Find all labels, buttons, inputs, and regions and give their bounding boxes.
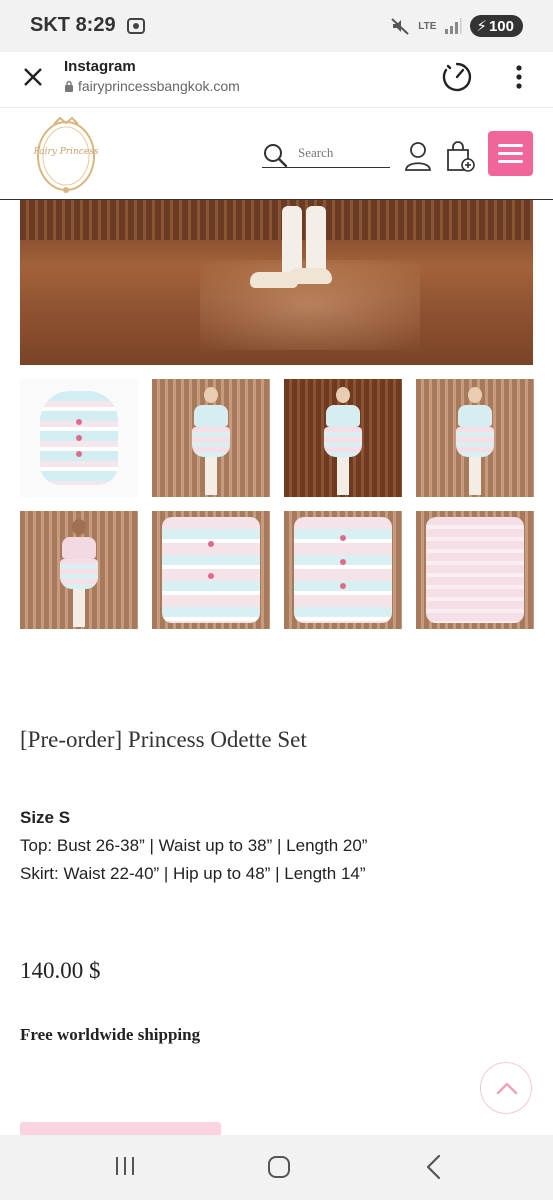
account-icon[interactable] [404, 141, 432, 171]
model-legs [73, 589, 85, 627]
skirt-closeup [162, 517, 260, 623]
carrier-time: SKT 8:29 [30, 14, 116, 37]
browser-bar: Instagram fairyprincessbangkok.com [0, 52, 553, 108]
hamburger-line [498, 152, 523, 155]
model-skirt [324, 427, 362, 457]
dress-button [340, 559, 346, 565]
product-main-image[interactable] [20, 200, 533, 365]
system-nav-bar [0, 1135, 553, 1200]
home-icon[interactable] [267, 1155, 291, 1179]
model-head [204, 387, 218, 403]
status-left: SKT 8:29 [30, 14, 146, 37]
search-icon[interactable] [262, 142, 288, 168]
dress-button [76, 451, 82, 457]
logo-text-top: Fairy Princess [34, 147, 98, 157]
search-bar[interactable] [262, 142, 390, 168]
model-top [326, 405, 360, 427]
status-right: LTE ⚡ 100 [390, 15, 523, 37]
browser-title: Instagram [64, 58, 136, 75]
wall-panel [20, 200, 533, 240]
model-legs [469, 457, 481, 495]
chevron-up-icon [496, 1082, 518, 1095]
product-thumbnail[interactable] [20, 511, 138, 629]
model-head [72, 519, 86, 535]
model-top [62, 537, 96, 559]
product-thumbnail[interactable] [416, 511, 534, 629]
product-thumbnail[interactable] [152, 379, 270, 497]
model-head [336, 387, 350, 403]
carrier-label: SKT [30, 14, 70, 36]
shopping-bag-icon[interactable] [444, 140, 476, 172]
battery-level: 100 [488, 17, 514, 35]
mute-icon [391, 18, 409, 35]
model-skirt [192, 427, 230, 457]
dress-button [340, 535, 346, 541]
battery-indicator: ⚡ 100 [470, 15, 523, 37]
hamburger-line [498, 160, 523, 163]
size-heading: Size S [20, 808, 71, 827]
status-bar: SKT 8:29 LTE ⚡ 100 [0, 0, 553, 52]
dress-button [340, 583, 346, 589]
dress-button [76, 419, 82, 425]
model-skirt [456, 427, 494, 457]
network-label: LTE [418, 20, 437, 32]
more-options-icon[interactable] [514, 64, 524, 90]
url-text: fairyprincessbangkok.com [78, 78, 240, 94]
recent-apps-icon[interactable] [113, 1155, 137, 1177]
model-legs [205, 457, 217, 495]
model-shoe [288, 268, 332, 284]
dress-button [208, 541, 214, 547]
product-thumbnail[interactable] [20, 379, 138, 497]
charging-icon: ⚡ [476, 18, 487, 35]
size-top-line: Top: Bust 26-38” | Waist up to 38” | Len… [20, 836, 368, 855]
skirt-closeup [294, 517, 392, 623]
back-icon[interactable] [424, 1154, 442, 1180]
speedometer-icon[interactable] [441, 61, 473, 93]
screenshot-icon [126, 17, 145, 34]
lock-icon [65, 80, 73, 92]
corset-closeup [426, 517, 524, 623]
product-price: 140.00 $ [20, 958, 101, 983]
signal-icon [445, 18, 462, 34]
menu-button[interactable] [488, 131, 533, 176]
brand-logo[interactable]: Fairy Princess [34, 114, 98, 194]
hamburger-line [498, 144, 523, 147]
model-skirt [60, 559, 98, 589]
size-skirt-line: Skirt: Waist 22-40” | Hip up to 48” | Le… [20, 864, 366, 883]
product-thumbnail[interactable] [152, 511, 270, 629]
product-thumbnail[interactable] [284, 379, 402, 497]
clock: 8:29 [75, 14, 116, 36]
model-top [194, 405, 228, 427]
product-thumbnail[interactable] [416, 379, 534, 497]
scroll-to-top-button[interactable] [480, 1062, 532, 1114]
browser-url[interactable]: fairyprincessbangkok.com [64, 78, 240, 94]
dress-button [76, 435, 82, 441]
model-head [468, 387, 482, 403]
shipping-note: Free worldwide shipping [20, 1025, 201, 1044]
product-title: [Pre-order] Princess Odette Set [20, 727, 307, 752]
product-thumbnail[interactable] [284, 511, 402, 629]
model-top [458, 405, 492, 427]
close-icon[interactable] [22, 66, 44, 88]
site-header: Fairy Princess [0, 108, 553, 200]
search-input[interactable] [298, 145, 388, 161]
dress-button [208, 573, 214, 579]
model-legs [337, 457, 349, 495]
